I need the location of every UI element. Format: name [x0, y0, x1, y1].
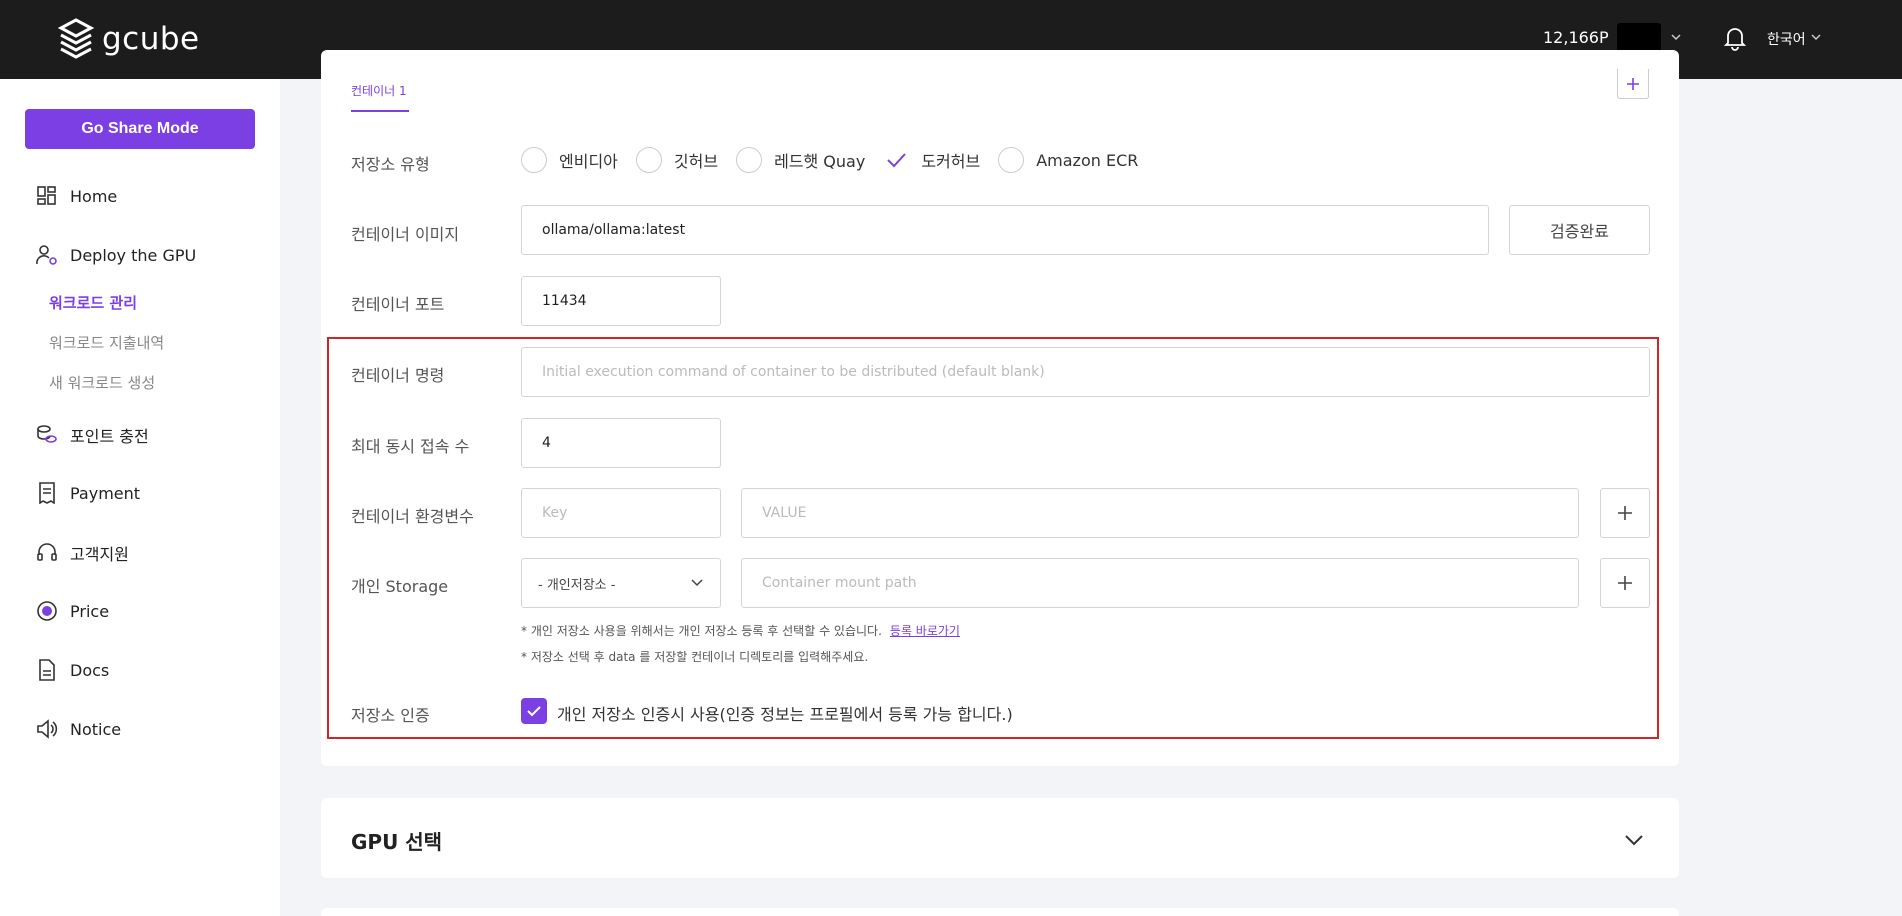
radio-label: 도커허브 [921, 152, 981, 171]
document-icon [36, 659, 58, 681]
container-command-input[interactable] [521, 347, 1650, 397]
storage-auth-label: 저장소 인증 [351, 706, 430, 725]
user-gear-icon [36, 244, 58, 266]
sidebar-subitem-new-workload[interactable]: 새 워크로드 생성 [49, 372, 155, 393]
gpu-select-card[interactable] [321, 798, 1679, 878]
chevron-down-icon [691, 579, 703, 587]
sidebar-item-deploy-gpu[interactable]: Deploy the GPU [36, 244, 196, 266]
storage-note-text: * 개인 저장소 사용을 위해서는 개인 저장소 등록 후 선택할 수 있습니다… [521, 624, 882, 638]
sidebar-item-point-charge[interactable]: 포인트 충전 [36, 423, 149, 447]
plus-icon [1618, 576, 1632, 590]
dashboard-icon [36, 185, 58, 207]
verify-button[interactable]: 검증완료 [1509, 205, 1650, 255]
storage-note-2: * 저장소 선택 후 data 를 저장할 컨테이너 디렉토리를 입력해주세요. [521, 650, 869, 664]
container-mount-path-input[interactable] [741, 558, 1579, 608]
max-connections-label: 최대 동시 접속 수 [351, 437, 470, 456]
sidebar-item-label: 고객지원 [70, 545, 129, 564]
chevron-down-icon[interactable] [1623, 829, 1645, 851]
container-image-label: 컨테이너 이미지 [351, 225, 460, 244]
tab-container-1[interactable]: 컨테이너 1 [351, 82, 407, 99]
sidebar-item-support[interactable]: 고객지원 [36, 541, 129, 565]
chevron-down-icon[interactable] [1810, 31, 1822, 43]
next-section-card [321, 908, 1679, 916]
sidebar-item-docs[interactable]: Docs [36, 659, 109, 681]
radio-github[interactable] [635, 147, 662, 173]
check-icon [527, 706, 541, 717]
check-icon [887, 153, 907, 168]
sidebar-item-home[interactable]: Home [36, 185, 117, 207]
repo-type-label: 저장소 유형 [351, 155, 430, 174]
radio-label: 엔비디아 [559, 152, 618, 171]
private-storage-select[interactable]: - 개인저장소 - [521, 558, 721, 608]
logo-text: gcube [102, 21, 200, 57]
container-port-input[interactable] [521, 276, 721, 326]
dollar-circle-icon [36, 600, 58, 622]
repo-type-radio-group: 엔비디아 깃허브 레드햇 Quay 도커허브 Amazon ECR [521, 147, 1156, 173]
storage-auth-check-label[interactable]: 개인 저장소 인증시 사용(인증 정보는 프로필에서 등록 가능 합니다.) [557, 701, 1013, 725]
plus-icon [1618, 506, 1632, 520]
sidebar-item-notice[interactable]: Notice [36, 718, 121, 740]
bell-icon[interactable] [1723, 25, 1747, 51]
gpu-select-title: GPU 선택 [351, 830, 443, 854]
sidebar-item-label: Notice [70, 719, 122, 739]
radio-label: 깃허브 [673, 152, 719, 171]
sidebar-item-price[interactable]: Price [36, 600, 109, 622]
env-key-input[interactable] [521, 488, 721, 538]
sidebar-item-label: 포인트 충전 [70, 427, 149, 446]
max-connections-input[interactable] [521, 418, 721, 468]
cube-logo-icon [58, 18, 94, 59]
add-storage-button[interactable] [1600, 558, 1650, 608]
add-container-button[interactable] [1617, 69, 1649, 99]
storage-auth-checkbox[interactable] [521, 698, 547, 724]
container-port-label: 컨테이너 포트 [351, 295, 445, 314]
headset-icon [36, 542, 58, 564]
radio-label: 레드햇 Quay [774, 152, 866, 171]
sidebar-subitem-workload-spending[interactable]: 워크로드 지출내역 [49, 332, 164, 353]
select-value: - 개인저장소 - [538, 577, 616, 593]
storage-note-1: * 개인 저장소 사용을 위해서는 개인 저장소 등록 후 선택할 수 있습니다… [521, 622, 960, 639]
receipt-icon [36, 482, 58, 504]
radio-nvidia[interactable] [521, 147, 547, 173]
sidebar-item-label: Docs [70, 660, 110, 680]
tab-active-indicator [351, 110, 409, 112]
plus-icon [1627, 77, 1639, 90]
sidebar: Go Share Mode Home Deploy the GPU 워크로드 관… [0, 79, 280, 916]
logo[interactable]: gcube [58, 18, 200, 60]
private-storage-label: 개인 Storage [351, 577, 449, 596]
register-shortcut-link[interactable]: 등록 바로가기 [890, 624, 960, 638]
coins-icon [36, 424, 58, 446]
speaker-icon [36, 718, 58, 740]
sidebar-subitem-workload-manage[interactable]: 워크로드 관리 [49, 292, 137, 313]
sidebar-item-label: Payment [70, 483, 141, 503]
language-selector[interactable]: 한국어 [1767, 29, 1806, 49]
env-vars-label: 컨테이너 환경변수 [351, 507, 474, 526]
container-command-label: 컨테이너 명령 [351, 366, 445, 385]
sidebar-item-label: Price [70, 601, 110, 621]
chevron-down-icon[interactable] [1669, 30, 1683, 44]
radio-redhat-quay[interactable] [736, 147, 763, 173]
sidebar-item-payment[interactable]: Payment [36, 482, 140, 504]
add-env-var-button[interactable] [1600, 488, 1650, 538]
go-share-mode-button[interactable]: Go Share Mode [25, 109, 255, 149]
sidebar-item-label: Home [70, 186, 118, 206]
radio-dockerhub[interactable] [883, 147, 909, 173]
container-image-input[interactable] [521, 205, 1489, 255]
radio-amazon-ecr[interactable] [998, 147, 1025, 173]
radio-label: Amazon ECR [1036, 150, 1139, 170]
points-balance: 12,166P [1543, 28, 1609, 47]
sidebar-item-label: Deploy the GPU [70, 245, 197, 265]
env-value-input[interactable] [741, 488, 1579, 538]
